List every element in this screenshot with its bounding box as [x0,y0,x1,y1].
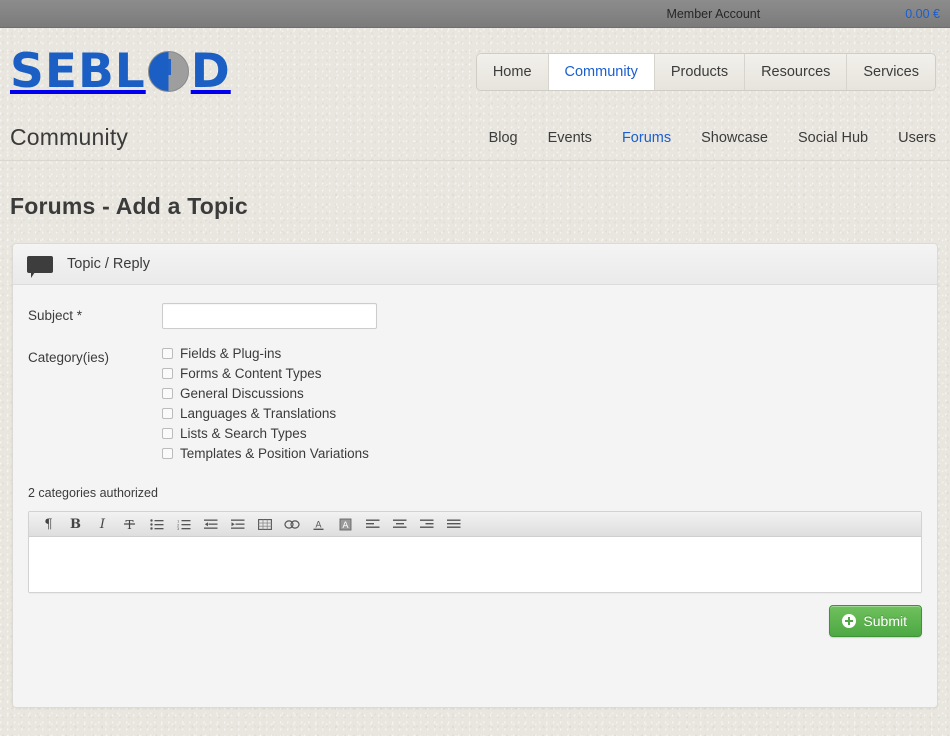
comment-bubble-icon [27,255,53,278]
member-account-link[interactable]: Member Account [666,7,760,21]
top-member-bar: Member Account 0.00 € [0,0,950,28]
categories-label: Category(ies) [28,350,110,366]
align-left-icon[interactable] [359,514,386,535]
mainnav-item-resources[interactable]: Resources [745,53,848,90]
category-option-forms-content-types[interactable]: Forms & Content Types [162,366,369,381]
align-center-icon[interactable] [386,514,413,535]
subject-field-row: Subject * [28,303,922,330]
highlight-color-icon[interactable]: A [332,514,359,535]
link-icon[interactable] [278,514,305,535]
page-title: Forums - Add a Topic [10,193,248,220]
subnav-item-showcase[interactable]: Showcase [701,130,768,146]
mainnav-item-community[interactable]: Community [548,53,655,90]
category-option-general-discussions[interactable]: General Discussions [162,386,369,401]
main-navigation: Home Community Products Resources Servic… [475,52,936,91]
topic-form-panel: Topic / Reply Subject * Category(ies) Fi… [12,243,938,709]
subject-input[interactable] [162,303,377,330]
category-option-label: Fields & Plug-ins [180,346,282,362]
category-option-label: Forms & Content Types [180,366,322,382]
checkbox-icon[interactable] [162,428,173,440]
panel-header: Topic / Reply [13,244,937,286]
editor-content-area[interactable] [29,537,921,593]
svg-text:A: A [342,521,349,531]
logo-text-right: D [190,44,231,99]
bold-icon[interactable]: B [62,514,89,535]
subnav-item-users[interactable]: Users [898,130,936,146]
subnav-item-blog[interactable]: Blog [489,130,518,146]
rich-text-editor: ¶ B I T 123 [28,511,922,594]
align-justify-icon[interactable] [440,514,467,535]
table-icon[interactable] [251,514,278,535]
mainnav-item-services[interactable]: Services [847,53,935,90]
panel-body: Subject * Category(ies) Fields & Plug-in… [13,285,937,638]
submit-row: Submit [28,593,922,638]
site-logo[interactable]: SEBL D [10,44,231,100]
category-option-label: Lists & Search Types [180,426,307,442]
plus-circle-icon [842,614,857,629]
paragraph-format-icon[interactable]: ¶ [35,514,62,535]
subnav-item-events[interactable]: Events [548,130,592,146]
text-color-icon[interactable]: A [305,514,332,535]
category-option-templates-position-variations[interactable]: Templates & Position Variations [162,446,369,461]
logo-text-left: SEBL [10,44,146,99]
mainnav-item-products[interactable]: Products [654,53,746,90]
categories-field-row: Category(ies) Fields & Plug-ins Forms & … [28,345,922,461]
checkbox-icon[interactable] [162,408,173,420]
svg-text:3: 3 [177,527,179,530]
mainnav-item-home[interactable]: Home [476,53,549,90]
category-option-label: Languages & Translations [180,406,337,422]
puzzle-globe-icon [147,50,190,93]
checkbox-icon[interactable] [162,388,173,400]
category-option-label: Templates & Position Variations [180,446,369,462]
sub-navigation: Blog Events Forums Showcase Social Hub U… [489,130,936,146]
cart-total-amount[interactable]: 0.00 € [905,7,940,21]
category-option-fields-plugins[interactable]: Fields & Plug-ins [162,346,369,361]
submit-button[interactable]: Submit [829,605,922,638]
categories-authorized-note: 2 categories authorized [28,486,158,501]
subnav-item-social-hub[interactable]: Social Hub [798,130,868,146]
subject-label: Subject * [28,308,83,324]
category-option-label: General Discussions [180,386,304,402]
bullet-list-icon[interactable] [143,514,170,535]
categories-checkbox-list: Fields & Plug-ins Forms & Content Types … [162,345,369,461]
section-header: Community Blog Events Forums Showcase So… [0,115,950,161]
submit-button-label: Submit [863,613,907,630]
outdent-icon[interactable] [197,514,224,535]
editor-toolbar: ¶ B I T 123 [29,512,921,538]
category-option-lists-search-types[interactable]: Lists & Search Types [162,426,369,441]
remove-format-icon[interactable]: T [116,514,143,535]
section-title: Community [10,124,129,150]
site-header: SEBL D Home Community Products Resources… [0,28,950,115]
subnav-item-forums[interactable]: Forums [622,130,671,146]
checkbox-icon[interactable] [162,448,173,460]
checkbox-icon[interactable] [162,368,173,380]
checkbox-icon[interactable] [162,348,173,360]
indent-icon[interactable] [224,514,251,535]
category-option-languages-translations[interactable]: Languages & Translations [162,406,369,421]
align-right-icon[interactable] [413,514,440,535]
italic-icon[interactable]: I [89,514,116,535]
panel-title: Topic / Reply [67,256,151,273]
numbered-list-icon[interactable]: 123 [170,514,197,535]
